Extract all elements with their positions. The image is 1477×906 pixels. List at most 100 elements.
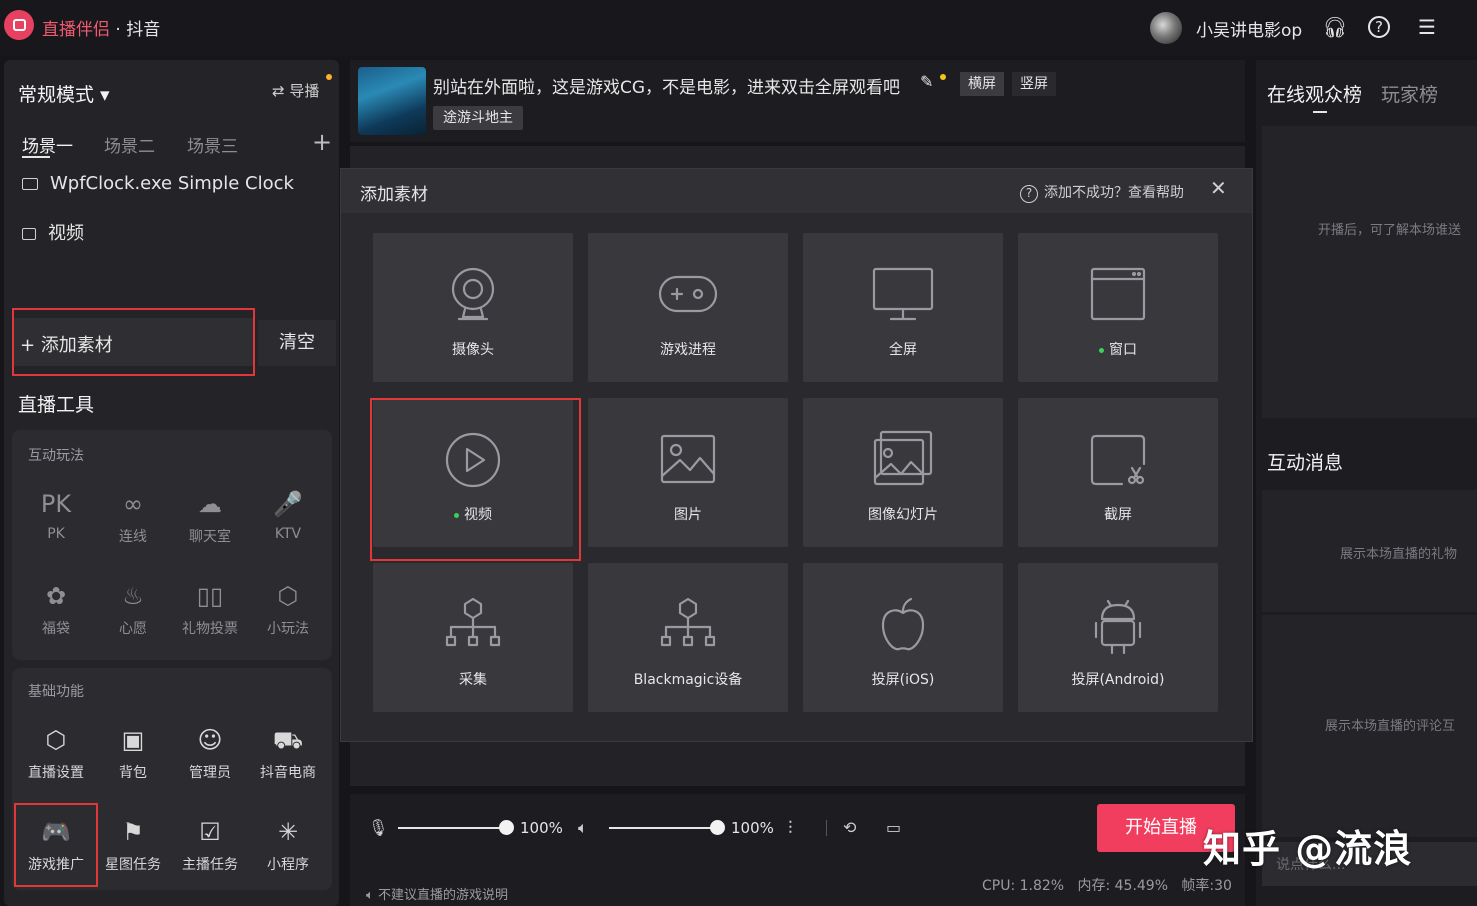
tab-scene-3[interactable]: 场景三: [187, 132, 238, 157]
tab-online-audience[interactable]: 在线观众榜: [1267, 80, 1362, 107]
tile-label: 图像幻灯片: [803, 504, 1003, 524]
microphone-icon[interactable]: 🎙︎: [368, 818, 388, 837]
basic-tool-icon: ☺: [197, 726, 223, 754]
mic-slider-knob[interactable]: [499, 820, 514, 835]
watermark: 知乎 @流浪: [1203, 827, 1413, 871]
mic-slider-track[interactable]: [398, 827, 506, 829]
interactive-tool-4[interactable]: ✿ 福袋: [17, 578, 95, 638]
source-item-clock[interactable]: WpfClock.exe Simple Clock: [22, 173, 294, 194]
tab-scene-1[interactable]: 场景一: [22, 132, 73, 157]
add-scene-button[interactable]: +: [312, 128, 332, 156]
plus-icon: +: [20, 335, 41, 356]
landscape-toggle[interactable]: 横屏: [960, 72, 1004, 96]
tile-label-text: 窗口: [1109, 342, 1137, 358]
source-tile-camera[interactable]: 摄像头: [373, 233, 573, 382]
clear-button[interactable]: 清空: [258, 320, 336, 366]
source-tile-gamepad[interactable]: 游戏进程: [588, 233, 788, 382]
camera-switch-icon[interactable]: ⟲: [843, 818, 856, 837]
interactive-tool-0[interactable]: PK PK: [17, 486, 95, 542]
interactive-tool-1[interactable]: ∞ 连线: [94, 486, 172, 546]
interactive-tool-6[interactable]: ▯▯ 礼物投票: [171, 578, 249, 638]
interactive-tool-label: 福袋: [42, 621, 70, 637]
speaker-icon[interactable]: 🔈︎: [578, 818, 588, 838]
help-link[interactable]: ? 添加不成功？查看帮助: [1020, 182, 1184, 203]
source-tile-screenshot[interactable]: 截屏: [1018, 398, 1218, 547]
interactive-group-title: 互动玩法: [28, 448, 84, 464]
game-tag[interactable]: 途游斗地主: [433, 106, 523, 130]
help-icon[interactable]: ?: [1368, 16, 1390, 38]
tile-label: 截屏: [1018, 504, 1218, 524]
gift-hint: 展示本场直播的礼物: [1340, 547, 1458, 562]
source-tile-apple[interactable]: 投屏(iOS): [803, 563, 1003, 712]
switch-icon: ⇄: [272, 82, 290, 100]
interactive-tool-label: 小玩法: [267, 621, 309, 637]
basic-group-title: 基础功能: [28, 684, 84, 700]
basic-tool-6[interactable]: ☑ 主播任务: [171, 814, 249, 874]
speaker-slider-track[interactable]: [609, 827, 717, 829]
add-source-button[interactable]: + 添加素材: [20, 331, 113, 357]
interactive-tool-icon: ♨: [122, 582, 144, 610]
source-tile-capture[interactable]: 采集: [373, 563, 573, 712]
interactive-tool-icon: ▯▯: [196, 582, 224, 610]
avatar[interactable]: [1150, 12, 1182, 44]
interactive-tool-7[interactable]: ⬡ 小玩法: [249, 578, 327, 638]
source-tile-android[interactable]: 投屏(Android): [1018, 563, 1218, 712]
interactive-tool-icon: ⬡: [277, 582, 299, 610]
tile-label: 采集: [373, 669, 573, 689]
menu-icon[interactable]: ☰: [1414, 14, 1440, 40]
basic-tool-5[interactable]: ⚑ 星图任务: [94, 814, 172, 874]
basic-tool-label: 管理员: [189, 765, 231, 781]
portrait-toggle[interactable]: 竖屏: [1012, 72, 1056, 96]
interactive-tool-5[interactable]: ♨ 心愿: [94, 578, 172, 638]
comment-hint: 展示本场直播的评论互: [1325, 719, 1456, 734]
image-icon: [660, 434, 716, 484]
game-hint-link[interactable]: 🔈︎ 不建议直播的游戏说明: [366, 884, 508, 903]
speaker-volume-value: 100%: [731, 819, 774, 837]
stream-cover-thumbnail[interactable]: [358, 67, 426, 135]
tab-scene-2[interactable]: 场景二: [104, 132, 155, 157]
video-icon: [22, 228, 36, 240]
interactive-tool-2[interactable]: ☁ 聊天室: [171, 486, 249, 546]
username[interactable]: 小吴讲电影op: [1196, 16, 1302, 41]
tile-label-text: 摄像头: [452, 342, 494, 358]
tile-label: 窗口: [1018, 339, 1218, 359]
tile-label: 投屏(Android): [1018, 669, 1218, 689]
source-tile-blackmagic[interactable]: Blackmagic设备: [588, 563, 788, 712]
mic-volume-value: 100%: [520, 819, 563, 837]
interactive-tool-3[interactable]: 🎤 KTV: [249, 486, 327, 542]
speaker-small-icon: 🔈︎: [366, 888, 378, 903]
source-tile-image[interactable]: 图片: [588, 398, 788, 547]
capture-icon: [445, 597, 501, 647]
mixer-icon[interactable]: ⫶: [788, 818, 793, 839]
tile-label-text: 图片: [674, 507, 702, 523]
video-tile-highlight: [370, 398, 581, 561]
source-tile-window[interactable]: 窗口: [1018, 233, 1218, 382]
guide-button[interactable]: ⇄ 导播: [272, 80, 319, 101]
question-icon: ?: [1020, 185, 1038, 203]
tile-label-text: 投屏(Android): [1071, 672, 1165, 688]
interactive-tool-icon: ✿: [45, 582, 67, 610]
tab-player-rank[interactable]: 玩家榜: [1381, 80, 1438, 107]
source-tile-monitor[interactable]: 全屏: [803, 233, 1003, 382]
monitor-icon: [872, 267, 934, 321]
tile-label-text: 全屏: [889, 342, 917, 358]
edit-dot: [940, 74, 946, 80]
basic-tool-label: 星图任务: [105, 857, 161, 873]
headset-icon[interactable]: 🎧︎: [1322, 14, 1348, 40]
mode-selector[interactable]: 常规模式 ▾: [18, 80, 110, 107]
edit-pen-icon[interactable]: ✎: [920, 72, 933, 91]
dialog-title: 添加素材: [360, 185, 428, 205]
tile-label-text: 投屏(iOS): [871, 672, 935, 688]
source-tile-slideshow[interactable]: 图像幻灯片: [803, 398, 1003, 547]
basic-tool-2[interactable]: ☺ 管理员: [171, 722, 249, 782]
basic-tool-1[interactable]: ▣ 背包: [94, 722, 172, 782]
basic-tool-0[interactable]: ⬡ 直播设置: [17, 722, 95, 782]
source-item-video[interactable]: 视频: [22, 219, 84, 245]
tile-label: Blackmagic设备: [588, 669, 788, 689]
close-icon[interactable]: ✕: [1210, 176, 1227, 200]
basic-tool-3[interactable]: ⛟ 抖音电商: [249, 722, 327, 782]
record-icon[interactable]: ▭: [886, 818, 901, 837]
basic-tool-7[interactable]: ✳ 小程序: [249, 814, 327, 874]
speaker-slider-knob[interactable]: [710, 820, 725, 835]
tools-title: 直播工具: [18, 394, 95, 416]
